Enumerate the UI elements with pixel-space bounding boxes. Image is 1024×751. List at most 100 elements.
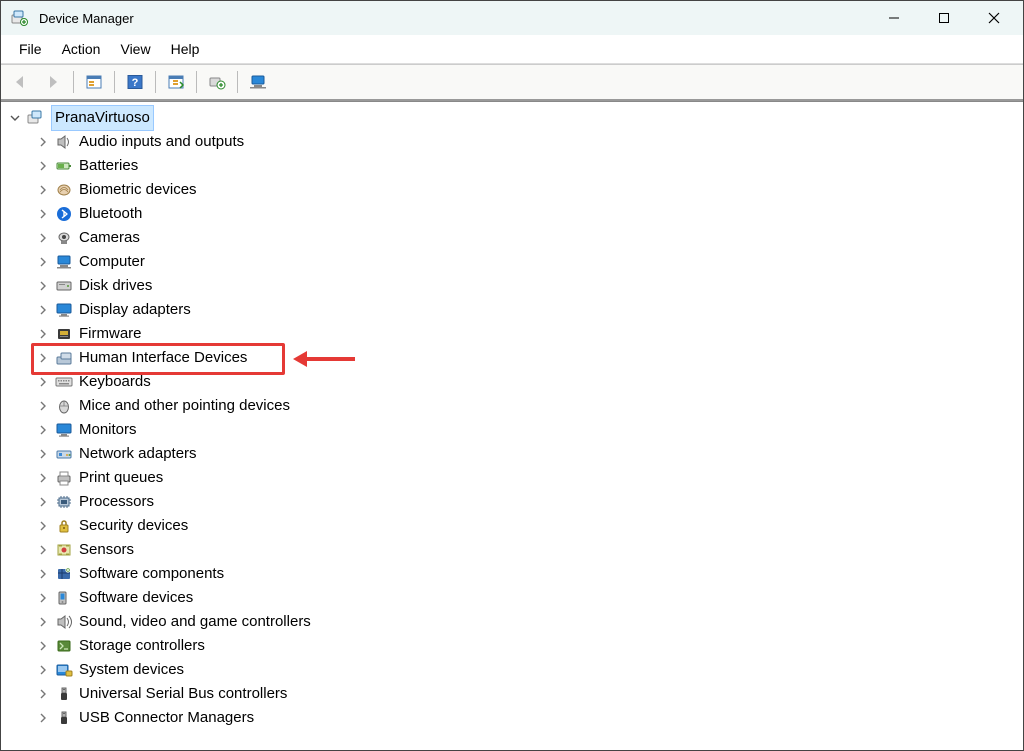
chevron-right-icon[interactable] [35, 302, 51, 318]
audio-icon [55, 133, 73, 151]
chevron-right-icon[interactable] [35, 182, 51, 198]
category-print[interactable]: Print queues [7, 466, 1023, 490]
minimize-button[interactable] [869, 1, 919, 35]
chevron-down-icon[interactable] [7, 110, 23, 126]
category-keyboards[interactable]: Keyboards [7, 370, 1023, 394]
category-sensors[interactable]: Sensors [7, 538, 1023, 562]
disk-icon [55, 277, 73, 295]
chevron-right-icon[interactable] [35, 494, 51, 510]
category-biometric[interactable]: Biometric devices [7, 178, 1023, 202]
category-sound[interactable]: Sound, video and game controllers [7, 610, 1023, 634]
scan-hardware-button[interactable] [162, 68, 190, 96]
category-processors[interactable]: Processors [7, 490, 1023, 514]
category-security[interactable]: Security devices [7, 514, 1023, 538]
menubar: File Action View Help [1, 35, 1023, 64]
tree-root-label: PranaVirtuoso [51, 105, 154, 130]
chevron-right-icon[interactable] [35, 254, 51, 270]
help-button[interactable]: ? [121, 68, 149, 96]
chevron-right-icon[interactable] [35, 590, 51, 606]
category-cameras[interactable]: Cameras [7, 226, 1023, 250]
category-storage[interactable]: Storage controllers [7, 634, 1023, 658]
swcomp-icon [55, 565, 73, 583]
category-disk[interactable]: Disk drives [7, 274, 1023, 298]
category-label: Processors [79, 490, 154, 513]
category-display[interactable]: Display adapters [7, 298, 1023, 322]
category-label: Storage controllers [79, 634, 205, 657]
swdev-icon [55, 589, 73, 607]
usbconn-icon [55, 709, 73, 727]
close-button[interactable] [969, 1, 1019, 35]
chevron-right-icon[interactable] [35, 710, 51, 726]
toolbar-separator [155, 71, 156, 93]
chevron-right-icon[interactable] [35, 422, 51, 438]
chevron-right-icon[interactable] [35, 230, 51, 246]
menu-help[interactable]: Help [161, 37, 210, 61]
chevron-right-icon[interactable] [35, 278, 51, 294]
chevron-right-icon[interactable] [35, 158, 51, 174]
sensors-icon [55, 541, 73, 559]
chevron-right-icon[interactable] [35, 446, 51, 462]
chevron-right-icon[interactable] [35, 134, 51, 150]
category-label: Keyboards [79, 370, 151, 393]
system-icon [55, 661, 73, 679]
category-hid[interactable]: Human Interface Devices [7, 346, 1023, 370]
window-title: Device Manager [39, 11, 134, 26]
chevron-right-icon[interactable] [35, 614, 51, 630]
menu-action[interactable]: Action [52, 37, 111, 61]
print-icon [55, 469, 73, 487]
mice-icon [55, 397, 73, 415]
chevron-right-icon[interactable] [35, 566, 51, 582]
cameras-icon [55, 229, 73, 247]
category-monitors[interactable]: Monitors [7, 418, 1023, 442]
category-firmware[interactable]: Firmware [7, 322, 1023, 346]
menu-file[interactable]: File [9, 37, 52, 61]
chevron-right-icon[interactable] [35, 326, 51, 342]
back-button[interactable] [7, 68, 35, 96]
forward-button[interactable] [39, 68, 67, 96]
chevron-right-icon[interactable] [35, 638, 51, 654]
category-computer[interactable]: Computer [7, 250, 1023, 274]
chevron-right-icon[interactable] [35, 374, 51, 390]
category-bluetooth[interactable]: Bluetooth [7, 202, 1023, 226]
hid-icon [55, 349, 73, 367]
show-hide-tree-button[interactable] [80, 68, 108, 96]
device-manager-window: Device Manager File Action View Help [0, 0, 1024, 751]
menu-view[interactable]: View [110, 37, 160, 61]
device-tree[interactable]: PranaVirtuoso Audio inputs and outputsBa… [1, 102, 1023, 750]
category-label: Batteries [79, 154, 138, 177]
firmware-icon [55, 325, 73, 343]
category-system[interactable]: System devices [7, 658, 1023, 682]
tree-root[interactable]: PranaVirtuoso [7, 106, 1023, 130]
category-usbconn[interactable]: USB Connector Managers [7, 706, 1023, 730]
maximize-button[interactable] [919, 1, 969, 35]
toolbar: ? [1, 64, 1023, 101]
app-icon [11, 9, 29, 27]
chevron-right-icon[interactable] [35, 398, 51, 414]
display-icon [55, 301, 73, 319]
titlebar: Device Manager [1, 1, 1023, 35]
category-label: Software devices [79, 586, 193, 609]
chevron-right-icon[interactable] [35, 542, 51, 558]
chevron-right-icon[interactable] [35, 206, 51, 222]
chevron-right-icon[interactable] [35, 686, 51, 702]
category-label: Audio inputs and outputs [79, 130, 244, 153]
category-network[interactable]: Network adapters [7, 442, 1023, 466]
category-swcomp[interactable]: Software components [7, 562, 1023, 586]
category-swdev[interactable]: Software devices [7, 586, 1023, 610]
category-label: Firmware [79, 322, 142, 345]
processors-icon [55, 493, 73, 511]
chevron-right-icon[interactable] [35, 350, 51, 366]
category-label: Universal Serial Bus controllers [79, 682, 287, 705]
chevron-right-icon[interactable] [35, 470, 51, 486]
category-usb[interactable]: Universal Serial Bus controllers [7, 682, 1023, 706]
toolbar-separator [73, 71, 74, 93]
category-audio[interactable]: Audio inputs and outputs [7, 130, 1023, 154]
category-batteries[interactable]: Batteries [7, 154, 1023, 178]
devices-by-connection-button[interactable] [244, 68, 272, 96]
svg-text:?: ? [132, 77, 139, 89]
chevron-right-icon[interactable] [35, 518, 51, 534]
add-legacy-hardware-button[interactable] [203, 68, 231, 96]
category-label: Disk drives [79, 274, 152, 297]
chevron-right-icon[interactable] [35, 662, 51, 678]
category-mice[interactable]: Mice and other pointing devices [7, 394, 1023, 418]
